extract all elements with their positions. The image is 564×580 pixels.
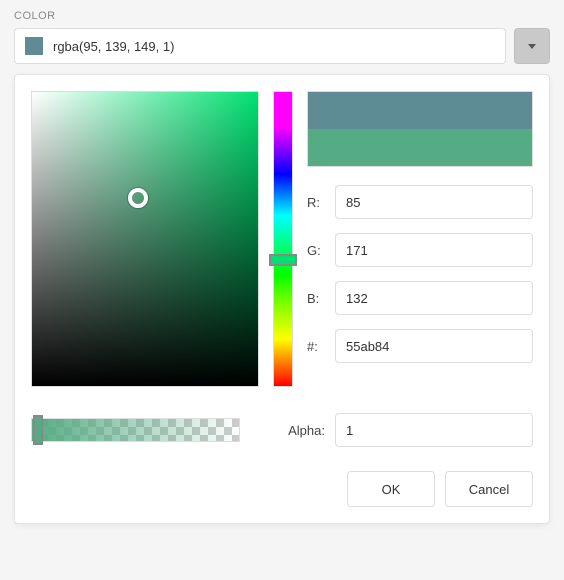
g-label: G: bbox=[307, 243, 325, 258]
alpha-input[interactable] bbox=[335, 413, 533, 447]
alpha-slider[interactable] bbox=[31, 418, 240, 442]
dropdown-button[interactable] bbox=[514, 28, 550, 64]
alpha-thumb[interactable] bbox=[33, 415, 43, 445]
hex-input[interactable] bbox=[335, 329, 533, 363]
hue-thumb[interactable] bbox=[269, 254, 297, 266]
color-text-input[interactable]: rgba(95, 139, 149, 1) bbox=[14, 28, 506, 64]
preview-new-color bbox=[308, 129, 532, 166]
b-input[interactable] bbox=[335, 281, 533, 315]
color-text-value: rgba(95, 139, 149, 1) bbox=[53, 39, 174, 54]
b-label: B: bbox=[307, 291, 325, 306]
r-input[interactable] bbox=[335, 185, 533, 219]
color-field-label: COLOR bbox=[14, 10, 550, 22]
color-preview bbox=[307, 91, 533, 167]
alpha-label: Alpha: bbox=[288, 423, 325, 438]
preview-old-color bbox=[308, 92, 532, 129]
saturation-value-area[interactable] bbox=[31, 91, 259, 387]
r-label: R: bbox=[307, 195, 325, 210]
g-input[interactable] bbox=[335, 233, 533, 267]
current-color-swatch bbox=[25, 37, 43, 55]
caret-down-icon bbox=[528, 44, 536, 49]
color-picker-panel: R: G: B: #: bbox=[14, 74, 550, 524]
hex-label: #: bbox=[307, 339, 325, 354]
ok-button[interactable]: OK bbox=[347, 471, 435, 507]
hue-slider[interactable] bbox=[273, 91, 293, 387]
cancel-button[interactable]: Cancel bbox=[445, 471, 533, 507]
sv-cursor[interactable] bbox=[128, 188, 148, 208]
